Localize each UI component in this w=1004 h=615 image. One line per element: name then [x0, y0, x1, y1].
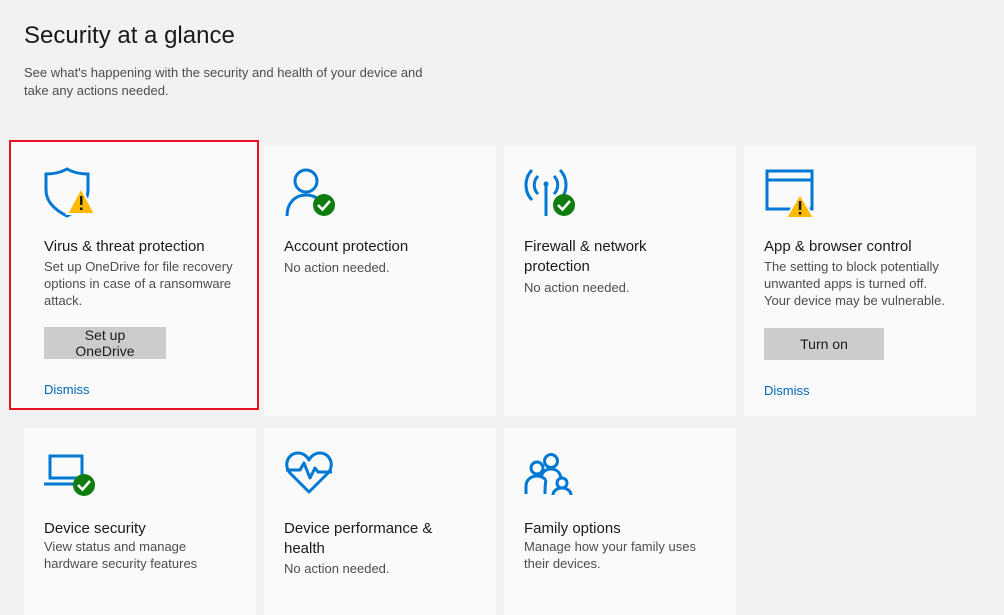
dismiss-link[interactable]: Dismiss: [764, 383, 810, 398]
card-account-protection[interactable]: Account protection No action needed.: [264, 146, 496, 416]
card-description: No action needed.: [284, 260, 390, 275]
card-description: No action needed.: [524, 280, 630, 295]
antenna-ok-icon: [524, 166, 578, 218]
person-ok-icon: [284, 166, 338, 218]
card-firewall-network-protection[interactable]: Firewall & network protection No action …: [504, 146, 736, 416]
card-description: The setting to block potentially unwante…: [764, 259, 945, 308]
card-description: No action needed.: [284, 561, 390, 576]
security-at-a-glance-page: Security at a glance See what's happenin…: [0, 0, 1004, 615]
card-title: Virus & threat protection: [44, 238, 205, 255]
card-description: Set up OneDrive for file recovery option…: [44, 259, 233, 308]
card-app-browser-control[interactable]: App & browser control The setting to blo…: [744, 146, 976, 416]
card-title: Family options: [524, 520, 621, 537]
card-title: Account protection: [284, 238, 409, 255]
card-device-security[interactable]: Device security View status and manage h…: [24, 428, 256, 615]
card-device-performance-health[interactable]: Device performance & health No action ne…: [264, 428, 496, 615]
card-description: Manage how your family uses their device…: [524, 539, 696, 571]
card-title: App & browser control: [764, 238, 912, 255]
set-up-onedrive-button[interactable]: Set up OneDrive: [44, 327, 166, 359]
family-icon: [524, 452, 578, 504]
card-description: View status and manage hardware security…: [44, 539, 198, 571]
page-subtitle: See what's happening with the security a…: [24, 65, 423, 98]
shield-warning-icon: [43, 166, 97, 218]
turn-on-button[interactable]: Turn on: [764, 328, 884, 360]
dismiss-link[interactable]: Dismiss: [44, 382, 90, 397]
heart-pulse-icon: [284, 448, 338, 500]
card-family-options[interactable]: Family options Manage how your family us…: [504, 428, 736, 615]
card-title: Device security: [44, 520, 146, 537]
card-title: Firewall & network protection: [524, 238, 647, 275]
page-title: Security at a glance: [24, 22, 235, 49]
browser-warning-icon: [764, 168, 818, 220]
laptop-ok-icon: [44, 452, 98, 504]
card-title: Device performance & health: [284, 520, 433, 557]
card-virus-threat-protection[interactable]: Virus & threat protection Set up OneDriv…: [9, 140, 259, 410]
